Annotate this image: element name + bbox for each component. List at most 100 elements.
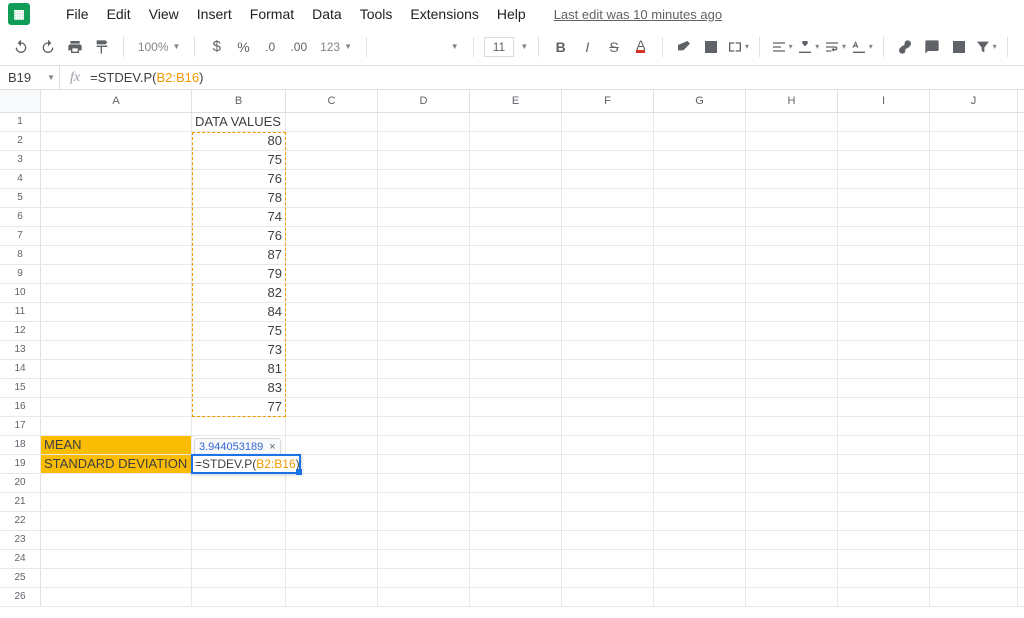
cell-A1[interactable] (41, 113, 192, 131)
row-header[interactable]: 3 (0, 151, 41, 169)
cell-A9[interactable] (41, 265, 192, 283)
cell-J20[interactable] (930, 474, 1018, 492)
strikethrough-button[interactable]: S (603, 35, 626, 59)
cell-I16[interactable] (838, 398, 930, 416)
cell-D1[interactable] (378, 113, 470, 131)
cell-D24[interactable] (378, 550, 470, 568)
cell-E26[interactable] (470, 588, 562, 606)
cell-J24[interactable] (930, 550, 1018, 568)
cell-F8[interactable] (562, 246, 654, 264)
cell-A15[interactable] (41, 379, 192, 397)
h-align-button[interactable]: ▾ (770, 35, 793, 59)
cell-J18[interactable] (930, 436, 1018, 454)
cell-F3[interactable] (562, 151, 654, 169)
cell-E13[interactable] (470, 341, 562, 359)
row-header[interactable]: 11 (0, 303, 41, 321)
font-family-dropdown[interactable]: ▼ (377, 42, 463, 51)
row-header[interactable]: 4 (0, 170, 41, 188)
insert-chart-button[interactable] (948, 35, 971, 59)
cell-F25[interactable] (562, 569, 654, 587)
cell-C4[interactable] (286, 170, 378, 188)
cell-D19[interactable] (378, 455, 470, 473)
cell-E22[interactable] (470, 512, 562, 530)
cell-C12[interactable] (286, 322, 378, 340)
cell-D3[interactable] (378, 151, 470, 169)
column-header-G[interactable]: G (654, 90, 746, 112)
cell-C25[interactable] (286, 569, 378, 587)
cell-B17[interactable] (192, 417, 286, 435)
cell-E7[interactable] (470, 227, 562, 245)
row-header[interactable]: 17 (0, 417, 41, 435)
cell-J1[interactable] (930, 113, 1018, 131)
cell-A22[interactable] (41, 512, 192, 530)
cell-F14[interactable] (562, 360, 654, 378)
cell-E4[interactable] (470, 170, 562, 188)
cell-H25[interactable] (746, 569, 838, 587)
text-color-button[interactable]: A (629, 35, 652, 59)
cell-H19[interactable] (746, 455, 838, 473)
cell-A20[interactable] (41, 474, 192, 492)
cell-D11[interactable] (378, 303, 470, 321)
text-wrap-button[interactable]: ▾ (824, 35, 847, 59)
row-header[interactable]: 16 (0, 398, 41, 416)
cell-E19[interactable] (470, 455, 562, 473)
row-header[interactable]: 12 (0, 322, 41, 340)
cell-A2[interactable] (41, 132, 192, 150)
cell-F5[interactable] (562, 189, 654, 207)
cell-D10[interactable] (378, 284, 470, 302)
cell-C14[interactable] (286, 360, 378, 378)
filter-button[interactable]: ▾ (974, 35, 997, 59)
cell-E2[interactable] (470, 132, 562, 150)
column-header-J[interactable]: J (930, 90, 1018, 112)
cell-J5[interactable] (930, 189, 1018, 207)
cell-E20[interactable] (470, 474, 562, 492)
cell-D14[interactable] (378, 360, 470, 378)
cell-G5[interactable] (654, 189, 746, 207)
cell-D18[interactable] (378, 436, 470, 454)
cell-E10[interactable] (470, 284, 562, 302)
cell-D21[interactable] (378, 493, 470, 511)
cell-E12[interactable] (470, 322, 562, 340)
undo-button[interactable] (10, 35, 33, 59)
row-header[interactable]: 20 (0, 474, 41, 492)
cell-I20[interactable] (838, 474, 930, 492)
cell-B5[interactable]: 78 (192, 189, 286, 207)
cell-F19[interactable] (562, 455, 654, 473)
borders-button[interactable] (700, 35, 723, 59)
cell-G20[interactable] (654, 474, 746, 492)
cell-J12[interactable] (930, 322, 1018, 340)
cell-B12[interactable]: 75 (192, 322, 286, 340)
cell-A13[interactable] (41, 341, 192, 359)
cell-C2[interactable] (286, 132, 378, 150)
cell-J25[interactable] (930, 569, 1018, 587)
cell-G4[interactable] (654, 170, 746, 188)
bold-button[interactable]: B (549, 35, 572, 59)
cell-B1[interactable]: DATA VALUES (192, 113, 286, 131)
cell-G19[interactable] (654, 455, 746, 473)
cell-D6[interactable] (378, 208, 470, 226)
cell-H9[interactable] (746, 265, 838, 283)
cell-H26[interactable] (746, 588, 838, 606)
cell-B9[interactable]: 79 (192, 265, 286, 283)
cell-F22[interactable] (562, 512, 654, 530)
cell-C26[interactable] (286, 588, 378, 606)
cell-J3[interactable] (930, 151, 1018, 169)
cell-C10[interactable] (286, 284, 378, 302)
fill-color-button[interactable] (673, 35, 696, 59)
cell-B2[interactable]: 80 (192, 132, 286, 150)
cell-D8[interactable] (378, 246, 470, 264)
cell-J2[interactable] (930, 132, 1018, 150)
row-header[interactable]: 18 (0, 436, 41, 454)
menu-edit[interactable]: Edit (99, 2, 139, 26)
cell-J10[interactable] (930, 284, 1018, 302)
column-header-H[interactable]: H (746, 90, 838, 112)
cell-H21[interactable] (746, 493, 838, 511)
cell-C5[interactable] (286, 189, 378, 207)
cell-D5[interactable] (378, 189, 470, 207)
cell-A3[interactable] (41, 151, 192, 169)
cell-I1[interactable] (838, 113, 930, 131)
menu-insert[interactable]: Insert (189, 2, 240, 26)
cell-J22[interactable] (930, 512, 1018, 530)
cell-F16[interactable] (562, 398, 654, 416)
cell-H10[interactable] (746, 284, 838, 302)
